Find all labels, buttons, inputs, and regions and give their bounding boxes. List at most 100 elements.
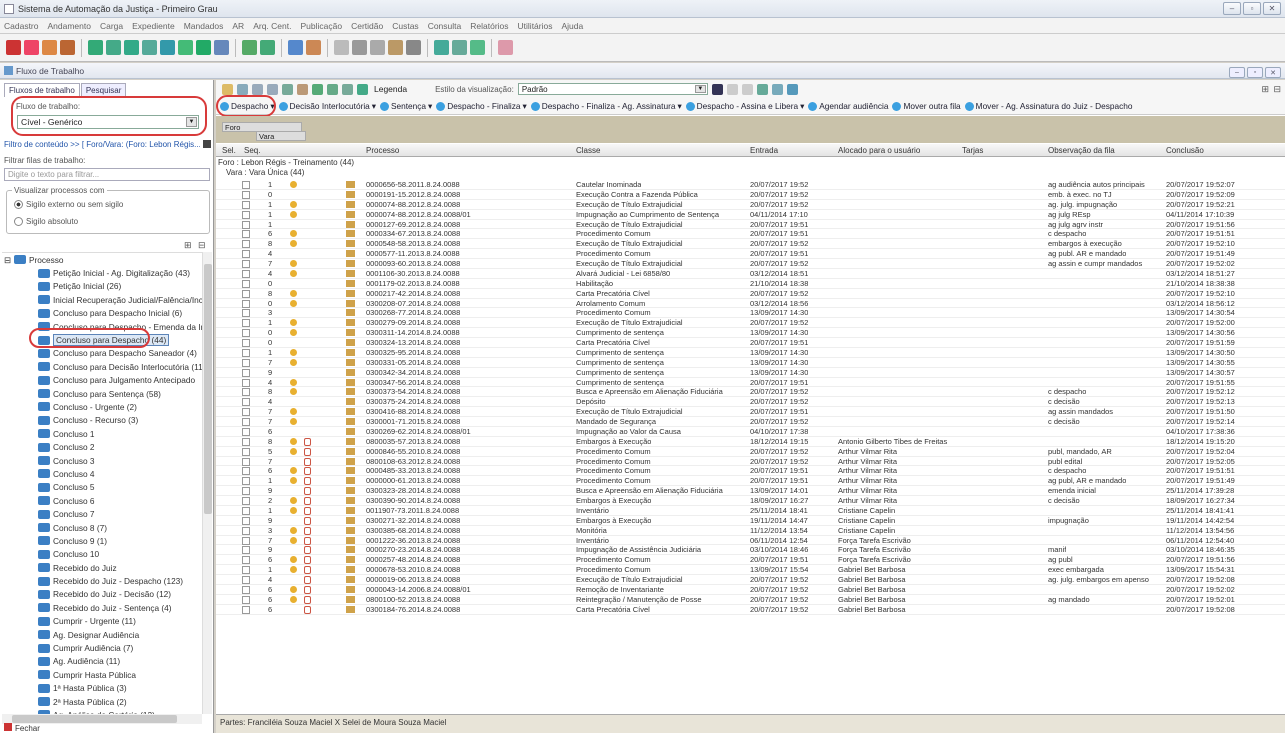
table-row[interactable]: 3 0300385-68.2014.8.24.0088 Monitória 11/12… [216,526,1285,536]
table-row[interactable]: 7 0300416-88.2014.8.24.0088 Execução de Tí… [216,407,1285,417]
document-search-icon[interactable] [352,40,367,55]
paste-icon[interactable] [267,83,278,95]
row-checkbox[interactable] [242,240,250,249]
tree-item[interactable]: ⊟ Processo [2,253,202,266]
row-checkbox[interactable] [242,358,250,367]
tree-item[interactable]: Concluso para Sentença (58) [2,387,202,400]
table-row[interactable]: 8 0000548-58.2013.8.24.0088 Execução de Tí… [216,239,1285,250]
col-tarjas[interactable]: Tarjas [962,146,983,155]
table-row[interactable]: 9 0300323-28.2014.8.24.0088 Busca e Apreen… [216,486,1285,496]
collapse-icon[interactable]: ⊟ [1273,84,1281,95]
row-checkbox[interactable] [242,526,250,535]
action-3[interactable]: Despacho - Finaliza ▾ [436,101,527,111]
row-checkbox[interactable] [242,447,250,456]
legend-icon[interactable] [357,83,368,95]
tree-vertical-scrollbar[interactable] [202,252,212,714]
row-checkbox[interactable] [242,220,250,229]
feather-icon[interactable] [24,40,39,55]
row-checkbox[interactable] [242,260,250,268]
people-list-icon[interactable] [160,40,175,55]
import-icon[interactable] [771,83,783,95]
menu-item-11[interactable]: Relatórios [470,21,508,31]
table-row[interactable]: 1 0300325-95.2014.8.24.0088 Cumprimento de… [216,348,1285,358]
group-row-foro[interactable]: Foro : Lebon Régis - Treinamento (44) [218,158,354,168]
row-checkbox[interactable] [242,595,250,604]
tree-item[interactable]: Concluso 9 (1) [2,534,202,547]
table-row[interactable]: 1 0000127-69.2012.8.24.0088 Execução de Tí… [216,220,1285,230]
settings-icon[interactable] [786,83,798,95]
tree-item[interactable]: Concluso - Recurso (3) [2,414,202,427]
table-row[interactable]: 1 0000074-88.2012.8.24.0088 Execução de Tí… [216,200,1285,210]
menu-item-4[interactable]: Mandados [184,21,224,31]
tree-item[interactable]: Concluso para Despacho Inicial (6) [2,307,202,320]
table-row[interactable]: 7 0800108-63.2012.8.24.0088 Procedimento C… [216,457,1285,467]
minimize-button[interactable]: – [1223,2,1241,15]
action-1[interactable]: Decisão Interlocutória ▾ [278,101,376,111]
row-checkbox[interactable] [242,378,250,387]
table-row[interactable]: 4 0000577-11.2013.8.24.0088 Procedimento C… [216,249,1285,259]
tree-item[interactable]: Concluso 4 [2,467,202,480]
tag-icon[interactable] [297,83,308,95]
menu-item-6[interactable]: Arq. Cent. [253,21,291,31]
row-checkbox[interactable] [242,388,250,397]
feather-alt-icon[interactable] [42,40,57,55]
fluxo-select[interactable]: Cível - Genérico ▼ [17,115,199,129]
row-checkbox[interactable] [242,289,250,298]
chevron-down-icon[interactable]: ▼ [186,117,197,127]
row-checkbox[interactable] [242,497,250,505]
move-icon[interactable] [282,83,293,95]
table-row[interactable]: 1 0000074-88.2012.8.24.0088/01 Impugnação … [216,210,1285,220]
export-icon[interactable] [756,83,768,95]
row-checkbox[interactable] [242,566,250,575]
legenda-button[interactable]: Legenda [374,84,407,94]
row-checkbox[interactable] [242,605,250,614]
tree-item[interactable]: Cumprir Audiência (7) [2,641,202,654]
table-row[interactable]: 5 0000846-55.2010.8.24.0088 Procedimento C… [216,447,1285,457]
tree-item[interactable]: Concluso para Despacho (44) [2,333,202,347]
people-icon[interactable] [88,40,103,55]
table-row[interactable]: 1 0000000-61.2013.8.24.0088 Procedimento C… [216,476,1285,487]
row-checkbox[interactable] [242,319,250,328]
copy-icon[interactable] [252,83,263,95]
tree-item[interactable]: Concluso para Julgamento Antecipado [2,374,202,387]
document-icon[interactable] [334,40,349,55]
row-checkbox[interactable] [242,339,250,347]
tab-fluxos[interactable]: Fluxos de trabalho [4,83,80,97]
table-row[interactable]: 4 0000019-06.2013.8.24.0088 Execução de Tí… [216,575,1285,585]
tree-item[interactable]: Inicial Recuperação Judicial/Falência/In… [2,293,202,306]
chevron-down-icon[interactable]: ▼ [694,85,706,93]
tree-item[interactable]: Concluso 10 [2,548,202,561]
action-5[interactable]: Despacho - Assina e Libera ▾ [685,101,804,111]
row-checkbox[interactable] [242,299,250,308]
expand-all-icon[interactable]: ⊞ [184,240,192,251]
chevron-down-icon[interactable]: ▾ [677,101,681,111]
table-row[interactable]: 4 0300347-56.2014.8.24.0088 Cumprimento de… [216,378,1285,388]
collapse-icon[interactable]: ⊟ [4,255,11,265]
table-row[interactable]: 1 0300279-09.2014.8.24.0088 Execução de Tí… [216,318,1285,329]
table-row[interactable]: 8 0300373-54.2014.8.24.0088 Busca e Apreen… [216,387,1285,398]
row-checkbox[interactable] [242,506,250,515]
menu-item-0[interactable]: Cadastro [4,21,39,31]
col-obs[interactable]: Observação da fila [1048,146,1115,155]
menu-item-1[interactable]: Andamento [48,21,91,31]
group-edit-icon[interactable] [452,40,467,55]
people-edit-icon[interactable] [142,40,157,55]
table-row[interactable]: 9 0300271-32.2014.8.24.0088 Embargos à Exe… [216,516,1285,526]
chevron-down-icon[interactable]: ▾ [428,101,432,111]
row-checkbox[interactable] [242,210,250,219]
table-row[interactable]: 7 0001222-36.2013.8.24.0088 Inventário 06/1… [216,536,1285,546]
menu-item-12[interactable]: Utilitários [518,21,553,31]
row-checkbox[interactable] [242,427,250,436]
people-icon-4[interactable] [342,83,353,95]
menu-item-9[interactable]: Custas [392,21,418,31]
people-search-icon[interactable] [124,40,139,55]
tree-item[interactable]: Ag. Audiência (11) [2,655,202,668]
action-4[interactable]: Despacho - Finaliza - Ag. Assinatura ▾ [530,101,682,111]
row-checkbox[interactable] [242,408,250,417]
action-7[interactable]: Mover outra fila [892,101,961,111]
table-row[interactable]: 6 0300184-76.2014.8.24.0088 Carta Precatór… [216,605,1285,615]
table-row[interactable]: 2 0300390-90.2014.8.24.0088 Embargos à Exe… [216,496,1285,506]
stamp2-icon[interactable] [388,40,403,55]
people-icon-2[interactable] [312,83,323,95]
chevron-down-icon[interactable]: ▾ [800,101,804,111]
